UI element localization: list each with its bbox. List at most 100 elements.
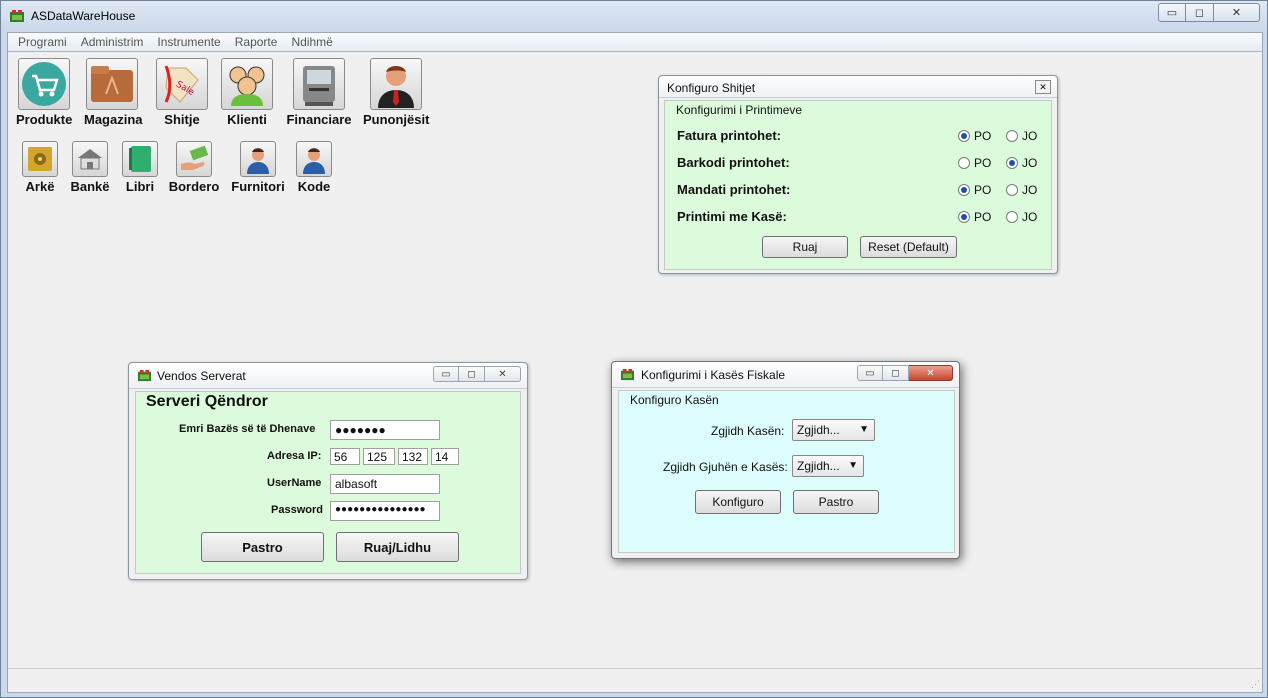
- tile-label: Kode: [297, 179, 331, 194]
- username-field[interactable]: albasoft: [330, 474, 440, 494]
- radio-label-jo: JO: [1022, 210, 1038, 224]
- supplier-icon: [240, 141, 276, 177]
- select-cash-value: Zgjidh...: [797, 423, 840, 437]
- clear-button[interactable]: Pastro: [793, 490, 879, 514]
- password-field[interactable]: ●●●●●●●●●●●●●●●: [330, 501, 440, 521]
- row-label-mandati: Mandati printohet:: [677, 182, 791, 197]
- row-label-fatura: Fatura printohet:: [677, 128, 781, 143]
- resize-grip-icon[interactable]: ⋰: [1251, 679, 1260, 690]
- tile-bordero[interactable]: Bordero: [168, 141, 220, 194]
- radio-fatura-po[interactable]: [958, 130, 970, 142]
- radio-barkodi-jo[interactable]: [1006, 157, 1018, 169]
- radio-label-po: PO: [974, 129, 992, 143]
- dialog-title: Konfiguro Shitjet: [667, 81, 756, 95]
- dialog-kasa-fiskale: Konfigurimi i Kasës Fiskale ▭ ◻ ✕ Konfig…: [611, 361, 960, 559]
- save-connect-button[interactable]: Ruaj/Lidhu: [336, 532, 459, 562]
- chevron-down-icon: ▼: [848, 460, 858, 471]
- radio-label-po: PO: [974, 156, 992, 170]
- radio-barkodi-po[interactable]: [958, 157, 970, 169]
- menu-programi[interactable]: Programi: [11, 35, 74, 49]
- select-language-value: Zgjidh...: [797, 459, 840, 473]
- maximize-button[interactable]: ◻: [1186, 3, 1214, 22]
- group-legend: Konfiguro Kasën: [630, 393, 719, 407]
- group-konfigurimi-printimeve: Konfigurimi i Printimeve Fatura printohe…: [664, 100, 1052, 270]
- tile-label: Bordero: [168, 179, 220, 194]
- password-label: Password: [271, 504, 323, 516]
- group-konfiguro-kasen: Konfiguro Kasën Zgjidh Kasën: Zgjidh... …: [618, 390, 955, 553]
- dialog-controls: ▭ ◻ ✕: [433, 366, 521, 382]
- title-bar[interactable]: ASDataWareHouse ▭ ◻ ✕: [1, 1, 1267, 33]
- select-cash-dropdown[interactable]: Zgjidh... ▼: [792, 419, 875, 441]
- radio-kase-po[interactable]: [958, 211, 970, 223]
- tile-kode[interactable]: Kode: [293, 141, 335, 194]
- employee-icon: [370, 58, 422, 110]
- tile-label: Magazina: [84, 112, 143, 127]
- tile-produkte[interactable]: Produkte: [16, 58, 72, 127]
- radio-label-po: PO: [974, 183, 992, 197]
- menu-instrumente[interactable]: Instrumente: [150, 35, 227, 49]
- app-logo-icon: [621, 368, 634, 381]
- tile-magazina[interactable]: Magazina: [84, 58, 143, 127]
- radio-label-jo: JO: [1022, 129, 1038, 143]
- db-name-field[interactable]: ●●●●●●●: [330, 420, 440, 440]
- tile-label: Financiare: [286, 112, 352, 127]
- select-language-label: Zgjidh Gjuhën e Kasës:: [663, 460, 788, 474]
- minimize-button[interactable]: ▭: [857, 365, 883, 381]
- server-panel: Serveri Qëndror Emri Bazës së të Dhenave…: [135, 391, 521, 574]
- row-label-barkodi: Barkodi printohet:: [677, 155, 790, 170]
- maximize-button[interactable]: ◻: [459, 366, 485, 382]
- ip-address-label: Adresa IP:: [267, 450, 322, 462]
- tile-punonjesit[interactable]: Punonjësit: [363, 58, 429, 127]
- ip-octet-4[interactable]: 14: [431, 448, 459, 465]
- dialog-title-bar[interactable]: Konfiguro Shitjet ✕: [659, 76, 1057, 98]
- app-title: ASDataWareHouse: [31, 9, 136, 23]
- ip-octet-2[interactable]: 125: [363, 448, 395, 465]
- maximize-button[interactable]: ◻: [883, 365, 909, 381]
- reset-default-button[interactable]: Reset (Default): [860, 236, 957, 258]
- radio-fatura-jo[interactable]: [1006, 130, 1018, 142]
- server-heading: Serveri Qëndror: [146, 393, 268, 410]
- minimize-button[interactable]: ▭: [433, 366, 459, 382]
- close-icon[interactable]: ✕: [1035, 80, 1051, 94]
- tile-financiare[interactable]: Financiare: [284, 58, 354, 127]
- dialog-konfiguro-shitjet: Konfiguro Shitjet ✕ Konfigurimi i Printi…: [658, 75, 1058, 274]
- dialog-title-bar[interactable]: Konfigurimi i Kasës Fiskale ▭ ◻ ✕: [612, 362, 959, 388]
- users-group-icon: [221, 58, 273, 110]
- tile-shitje[interactable]: Sale Shitje: [154, 58, 210, 127]
- sale-tag-icon: Sale: [156, 58, 208, 110]
- close-button[interactable]: ✕: [1214, 3, 1260, 22]
- clear-button[interactable]: Pastro: [201, 532, 324, 562]
- configure-button[interactable]: Konfiguro: [695, 490, 781, 514]
- db-name-label: Emri Bazës së të Dhenave: [179, 423, 316, 435]
- codes-icon: [296, 141, 332, 177]
- radio-mandati-jo[interactable]: [1006, 184, 1018, 196]
- safe-icon: [22, 141, 58, 177]
- tile-klienti[interactable]: Klienti: [219, 58, 275, 127]
- tile-banke[interactable]: Bankë: [68, 141, 112, 194]
- select-language-dropdown[interactable]: Zgjidh... ▼: [792, 455, 864, 477]
- radio-kase-jo[interactable]: [1006, 211, 1018, 223]
- tile-libri[interactable]: Libri: [120, 141, 160, 194]
- dialog-title-bar[interactable]: Vendos Serverat ▭ ◻ ✕: [129, 363, 527, 389]
- radio-mandati-po[interactable]: [958, 184, 970, 196]
- group-legend: Konfigurimi i Printimeve: [676, 103, 803, 117]
- menu-ndihme[interactable]: Ndihmë: [284, 35, 339, 49]
- close-button[interactable]: ✕: [485, 366, 521, 382]
- save-button[interactable]: Ruaj: [762, 236, 848, 258]
- username-label: UserName: [267, 477, 322, 489]
- tile-furnitori[interactable]: Furnitori: [230, 141, 286, 194]
- main-window: ASDataWareHouse ▭ ◻ ✕ Programi Administr…: [0, 0, 1268, 698]
- ip-octet-1[interactable]: 56: [330, 448, 360, 465]
- radio-label-jo: JO: [1022, 183, 1038, 197]
- tile-label: Furnitori: [231, 179, 285, 194]
- close-button[interactable]: ✕: [909, 365, 953, 381]
- menu-administrim[interactable]: Administrim: [74, 35, 151, 49]
- tile-label: Arkë: [25, 179, 55, 194]
- menu-raporte[interactable]: Raporte: [228, 35, 285, 49]
- folder-icon: [86, 58, 138, 110]
- app-logo-icon: [10, 10, 24, 22]
- shopping-cart-icon: [18, 58, 70, 110]
- ip-octet-3[interactable]: 132: [398, 448, 428, 465]
- minimize-button[interactable]: ▭: [1158, 3, 1186, 22]
- tile-arke[interactable]: Arkë: [20, 141, 60, 194]
